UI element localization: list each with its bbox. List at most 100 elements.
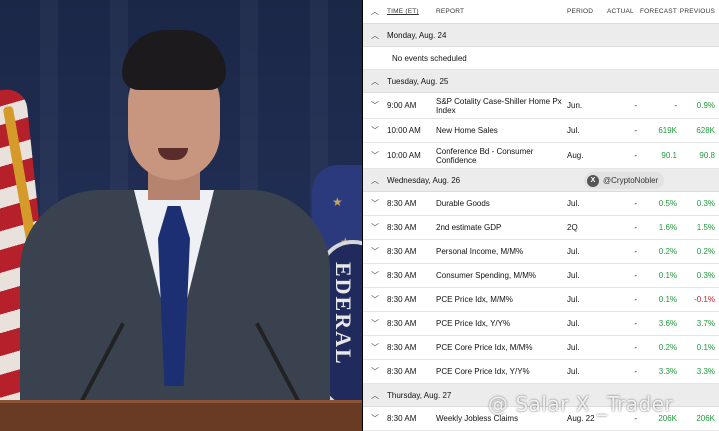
calendar-body: ︿ Monday, Aug. 24 No events scheduled ︿ Tues… (363, 24, 719, 431)
event-previous: 3.3% (696, 367, 715, 376)
day-header[interactable]: ︿ Tuesday, Aug. 25 (363, 70, 719, 93)
event-report: Durable Goods (436, 199, 490, 208)
social-handle: @CryptoNobler (603, 176, 659, 185)
chevron-down-icon[interactable]: ﹀ (363, 413, 387, 424)
chevron-up-icon[interactable]: ︿ (363, 76, 387, 87)
event-forecast: 1.6% (658, 223, 677, 232)
day-label: Tuesday, Aug. 25 (387, 76, 449, 86)
event-time: 10:00 AM (387, 126, 421, 135)
event-period: Jul. (567, 247, 580, 256)
chevron-down-icon[interactable]: ﹀ (363, 270, 387, 281)
chevron-down-icon[interactable]: ﹀ (363, 366, 387, 377)
event-previous: 1.5% (696, 223, 715, 232)
event-row[interactable]: ﹀ 8:30 AM PCE Core Price Idx, Y/Y% Jul. - 3.3… (363, 360, 719, 384)
event-row[interactable]: ﹀ 10:00 AM New Home Sales Jul. - 619K 628K (363, 119, 719, 143)
chevron-down-icon[interactable]: ﹀ (363, 222, 387, 233)
star-icon: ★ (332, 195, 343, 209)
day-label: Wednesday, Aug. 26 (387, 175, 461, 185)
chevron-up-icon[interactable]: ︿ (363, 175, 387, 186)
day-header[interactable]: ︿ Wednesday, Aug. 26 (363, 169, 719, 192)
event-report: Personal Income, M/M% (436, 247, 524, 256)
event-forecast: 0.2% (658, 343, 677, 352)
event-time: 8:30 AM (387, 271, 417, 280)
chevron-up-icon[interactable]: ︿ (363, 390, 387, 401)
event-forecast: 3.6% (658, 319, 677, 328)
x-logo-icon: X (587, 174, 599, 187)
event-actual: - (634, 223, 637, 232)
event-actual: - (634, 319, 637, 328)
event-report: PCE Price Idx, Y/Y% (436, 319, 511, 328)
event-period: Jul. (567, 271, 580, 280)
event-row[interactable]: ﹀ 8:30 AM Durable Goods Jul. - 0.5% 0.3% (363, 192, 719, 216)
event-actual: - (634, 295, 637, 304)
event-period: Jul. (567, 343, 580, 352)
event-forecast: 0.1% (658, 271, 677, 280)
event-forecast: 3.3% (658, 367, 677, 376)
day-header[interactable]: ︿ Monday, Aug. 24 (363, 24, 719, 47)
event-time: 10:00 AM (387, 151, 421, 160)
header-report: REPORT (436, 8, 465, 15)
event-report: PCE Core Price Idx, M/M% (436, 343, 533, 352)
chevron-up-icon[interactable]: ︿ (363, 6, 387, 17)
event-row[interactable]: ﹀ 8:30 AM PCE Price Idx, Y/Y% Jul. - 3.6% 3.7% (363, 312, 719, 336)
event-report: S&P Cotality Case-Shiller Home Px Index (436, 96, 562, 115)
chevron-down-icon[interactable]: ﹀ (363, 342, 387, 353)
chevron-down-icon[interactable]: ﹀ (363, 198, 387, 209)
event-period: 2Q (567, 223, 578, 232)
event-previous: 0.3% (696, 271, 715, 280)
event-report: PCE Core Price Idx, Y/Y% (436, 367, 530, 376)
calendar-header: ︿ TIME (ET) REPORT PERIOD ACTUAL FORECAS… (363, 0, 719, 24)
event-report: PCE Price Idx, M/M% (436, 295, 513, 304)
chevron-down-icon[interactable]: ﹀ (363, 318, 387, 329)
event-actual: - (634, 247, 637, 256)
chevron-down-icon[interactable]: ﹀ (363, 100, 387, 111)
event-actual: - (634, 126, 637, 135)
event-row[interactable]: ﹀ 8:30 AM Personal Income, M/M% Jul. - 0.2% 0.… (363, 240, 719, 264)
chevron-down-icon[interactable]: ﹀ (363, 150, 387, 161)
event-actual: - (634, 199, 637, 208)
header-time[interactable]: TIME (ET) (387, 8, 436, 15)
event-row[interactable]: ﹀ 10:00 AM Conference Bd - Consumer Confid… (363, 143, 719, 169)
chevron-up-icon[interactable]: ︿ (363, 30, 387, 41)
event-report: 2nd estimate GDP (436, 223, 502, 232)
event-previous: 3.7% (696, 319, 715, 328)
event-previous: 0.9% (696, 101, 715, 110)
event-forecast: 0.2% (658, 247, 677, 256)
hair (122, 30, 226, 90)
event-time: 8:30 AM (387, 223, 417, 232)
event-row[interactable]: ﹀ 8:30 AM Consumer Spending, M/M% Jul. - 0.1%… (363, 264, 719, 288)
podium (0, 400, 362, 431)
event-time: 8:30 AM (387, 367, 417, 376)
press-conference-video: ★ ★ ★ ★ EDERAL (0, 0, 362, 431)
event-row[interactable]: ﹀ 8:30 AM 2nd estimate GDP 2Q - 1.6% 1.5% (363, 216, 719, 240)
no-events-message: No events scheduled (363, 47, 719, 70)
event-period: Jul. (567, 199, 580, 208)
event-forecast: 0.5% (658, 199, 677, 208)
event-period: Jul. (567, 319, 580, 328)
event-forecast: - (674, 101, 677, 110)
header-actual: ACTUAL (607, 8, 634, 15)
speaker (20, 30, 330, 430)
event-row[interactable]: ﹀ 8:30 AM PCE Price Idx, M/M% Jul. -0.1% -0.1… (363, 288, 719, 312)
event-row[interactable]: ﹀ 8:30 AM PCE Core Price Idx, M/M% Jul. - 0.2… (363, 336, 719, 360)
event-forecast: 0.1% (658, 295, 677, 304)
event-time: 8:30 AM (387, 295, 417, 304)
event-previous: 0.2% (696, 247, 715, 256)
event-actual: - (634, 101, 637, 110)
event-time: 8:30 AM (387, 199, 417, 208)
event-previous: 0.3% (696, 199, 715, 208)
event-period: Aug. (567, 151, 584, 160)
chevron-down-icon[interactable]: ﹀ (363, 125, 387, 136)
event-actual: - (634, 151, 637, 160)
chevron-down-icon[interactable]: ﹀ (363, 294, 387, 305)
header-previous: PREVIOUS (679, 8, 715, 15)
economic-calendar: ︿ TIME (ET) REPORT PERIOD ACTUAL FORECAS… (363, 0, 719, 431)
event-previous: -0.1% (694, 295, 715, 304)
event-report: Consumer Spending, M/M% (436, 271, 537, 280)
event-time: 8:30 AM (387, 319, 417, 328)
event-row[interactable]: ﹀ 9:00 AM S&P Cotality Case-Shiller Home P… (363, 93, 719, 119)
chevron-down-icon[interactable]: ﹀ (363, 246, 387, 257)
day-label: Monday, Aug. 24 (387, 30, 447, 40)
event-time: 8:30 AM (387, 414, 417, 423)
social-handle-badge: X @CryptoNobler (584, 172, 665, 189)
